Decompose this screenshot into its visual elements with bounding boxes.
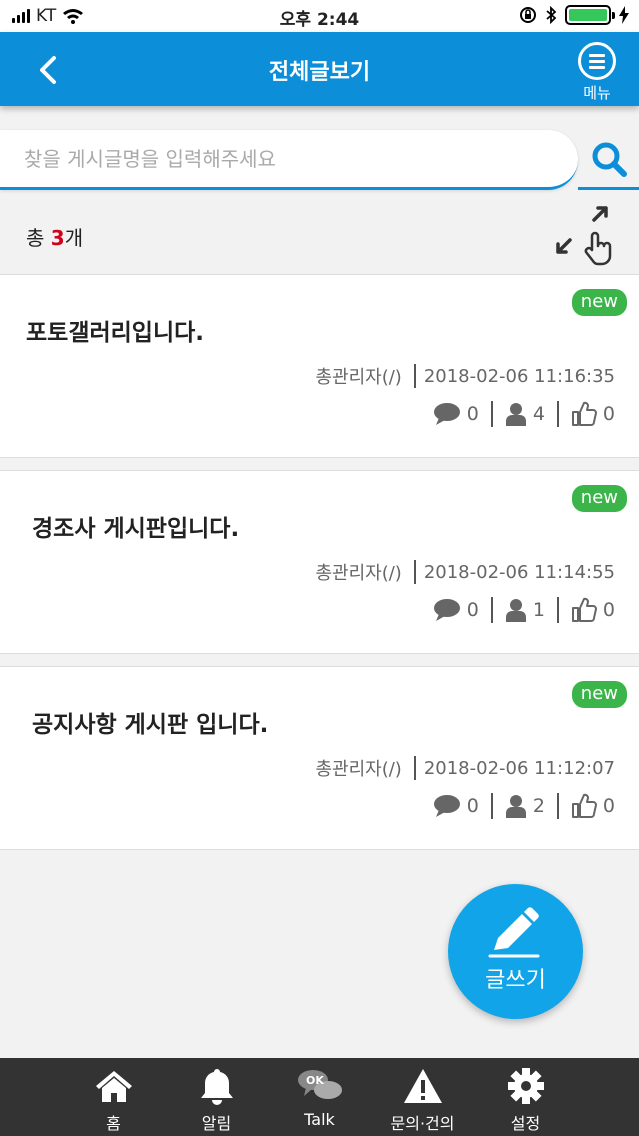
thumbs-up-icon xyxy=(571,793,597,818)
comment-count: 0 xyxy=(466,403,479,425)
expand-touch-icon xyxy=(556,206,612,266)
nav-inquiry[interactable]: 문의·건의 xyxy=(371,1058,474,1136)
nav-alerts[interactable]: 알림 xyxy=(165,1058,268,1136)
bluetooth-icon xyxy=(546,6,557,24)
count-number: 3 xyxy=(50,226,65,250)
app-header: 전체글보기 메뉴 xyxy=(0,32,639,106)
comment-count: 0 xyxy=(466,795,479,817)
search-button[interactable] xyxy=(578,130,639,190)
nav-label: 문의·건의 xyxy=(390,1114,455,1133)
search-bar xyxy=(0,130,578,190)
home-icon xyxy=(95,1071,132,1102)
nav-label: Talk xyxy=(304,1110,335,1129)
post-stats: 0 1 0 xyxy=(433,597,615,623)
like-count: 0 xyxy=(602,599,615,621)
nav-label: 홈 xyxy=(106,1114,121,1133)
post-stats: 0 4 0 xyxy=(433,401,615,427)
count-suffix: 개 xyxy=(64,226,84,250)
view-count: 1 xyxy=(532,599,545,621)
thumbs-up-icon xyxy=(571,597,597,622)
post-meta: 총관리자(/) 2018-02-06 11:14:55 xyxy=(315,559,615,585)
post-meta: 총관리자(/) 2018-02-06 11:12:07 xyxy=(315,755,615,781)
battery-icon xyxy=(565,5,615,25)
comment-icon xyxy=(433,599,460,621)
search-icon xyxy=(592,142,627,177)
user-icon xyxy=(505,403,526,426)
write-label: 글쓰기 xyxy=(485,968,546,993)
post-author: 총관리자(/) xyxy=(315,563,402,584)
post-datetime: 2018-02-06 11:12:07 xyxy=(423,757,615,779)
view-count: 4 xyxy=(532,403,545,425)
post-count: 총 3개 xyxy=(26,222,83,251)
comment-icon xyxy=(433,795,460,817)
status-bar: KT 오후 2:44 xyxy=(0,0,639,32)
post-title: 경조사 게시판입니다. xyxy=(32,516,240,542)
count-prefix: 총 xyxy=(26,226,51,250)
view-count: 2 xyxy=(532,795,545,817)
nav-talk[interactable]: OK Talk xyxy=(268,1058,371,1136)
thumbs-up-icon xyxy=(571,401,597,426)
search-input[interactable] xyxy=(0,130,578,187)
nav-label: 설정 xyxy=(510,1114,541,1133)
post-author: 총관리자(/) xyxy=(315,367,402,388)
gear-icon xyxy=(507,1068,544,1104)
post-card[interactable]: new 공지사항 게시판 입니다. 총관리자(/) 2018-02-06 11:1… xyxy=(0,666,639,850)
menu-button[interactable]: 메뉴 xyxy=(575,42,619,103)
talk-icon: OK xyxy=(297,1070,342,1099)
bottom-nav: 홈 알림 OK Talk 문의·건의 설정 xyxy=(0,1058,639,1136)
comment-count: 0 xyxy=(466,599,479,621)
post-card[interactable]: new 포토갤러리입니다. 총관리자(/) 2018-02-06 11:16:35… xyxy=(0,274,639,458)
comment-icon xyxy=(433,403,460,425)
nav-label: 알림 xyxy=(201,1114,232,1133)
pencil-icon xyxy=(488,907,540,958)
post-title: 포토갤러리입니다. xyxy=(26,320,205,346)
user-icon xyxy=(505,795,526,818)
new-badge: new xyxy=(571,681,627,708)
new-badge: new xyxy=(571,289,627,316)
bell-icon xyxy=(200,1069,233,1105)
expand-view-button[interactable] xyxy=(550,200,620,268)
rotation-lock-icon xyxy=(520,7,536,23)
user-icon xyxy=(505,599,526,622)
post-meta: 총관리자(/) 2018-02-06 11:16:35 xyxy=(315,363,615,389)
nav-home[interactable]: 홈 xyxy=(62,1058,165,1136)
post-stats: 0 2 0 xyxy=(433,793,615,819)
nav-settings[interactable]: 설정 xyxy=(474,1058,577,1136)
like-count: 0 xyxy=(602,403,615,425)
post-card[interactable]: new 경조사 게시판입니다. 총관리자(/) 2018-02-06 11:14:… xyxy=(0,470,639,654)
hamburger-icon xyxy=(578,42,616,80)
svg-text:OK: OK xyxy=(306,1074,324,1087)
post-datetime: 2018-02-06 11:14:55 xyxy=(423,561,615,583)
post-author: 총관리자(/) xyxy=(315,759,402,780)
charging-icon xyxy=(619,6,629,24)
warning-icon xyxy=(403,1069,442,1103)
write-post-button[interactable]: 글쓰기 xyxy=(448,884,583,1019)
like-count: 0 xyxy=(602,795,615,817)
post-datetime: 2018-02-06 11:16:35 xyxy=(423,365,615,387)
status-right xyxy=(519,5,629,25)
post-title: 공지사항 게시판 입니다. xyxy=(32,712,269,738)
new-badge: new xyxy=(571,485,627,512)
page-title: 전체글보기 xyxy=(268,60,371,85)
menu-label: 메뉴 xyxy=(583,84,611,102)
